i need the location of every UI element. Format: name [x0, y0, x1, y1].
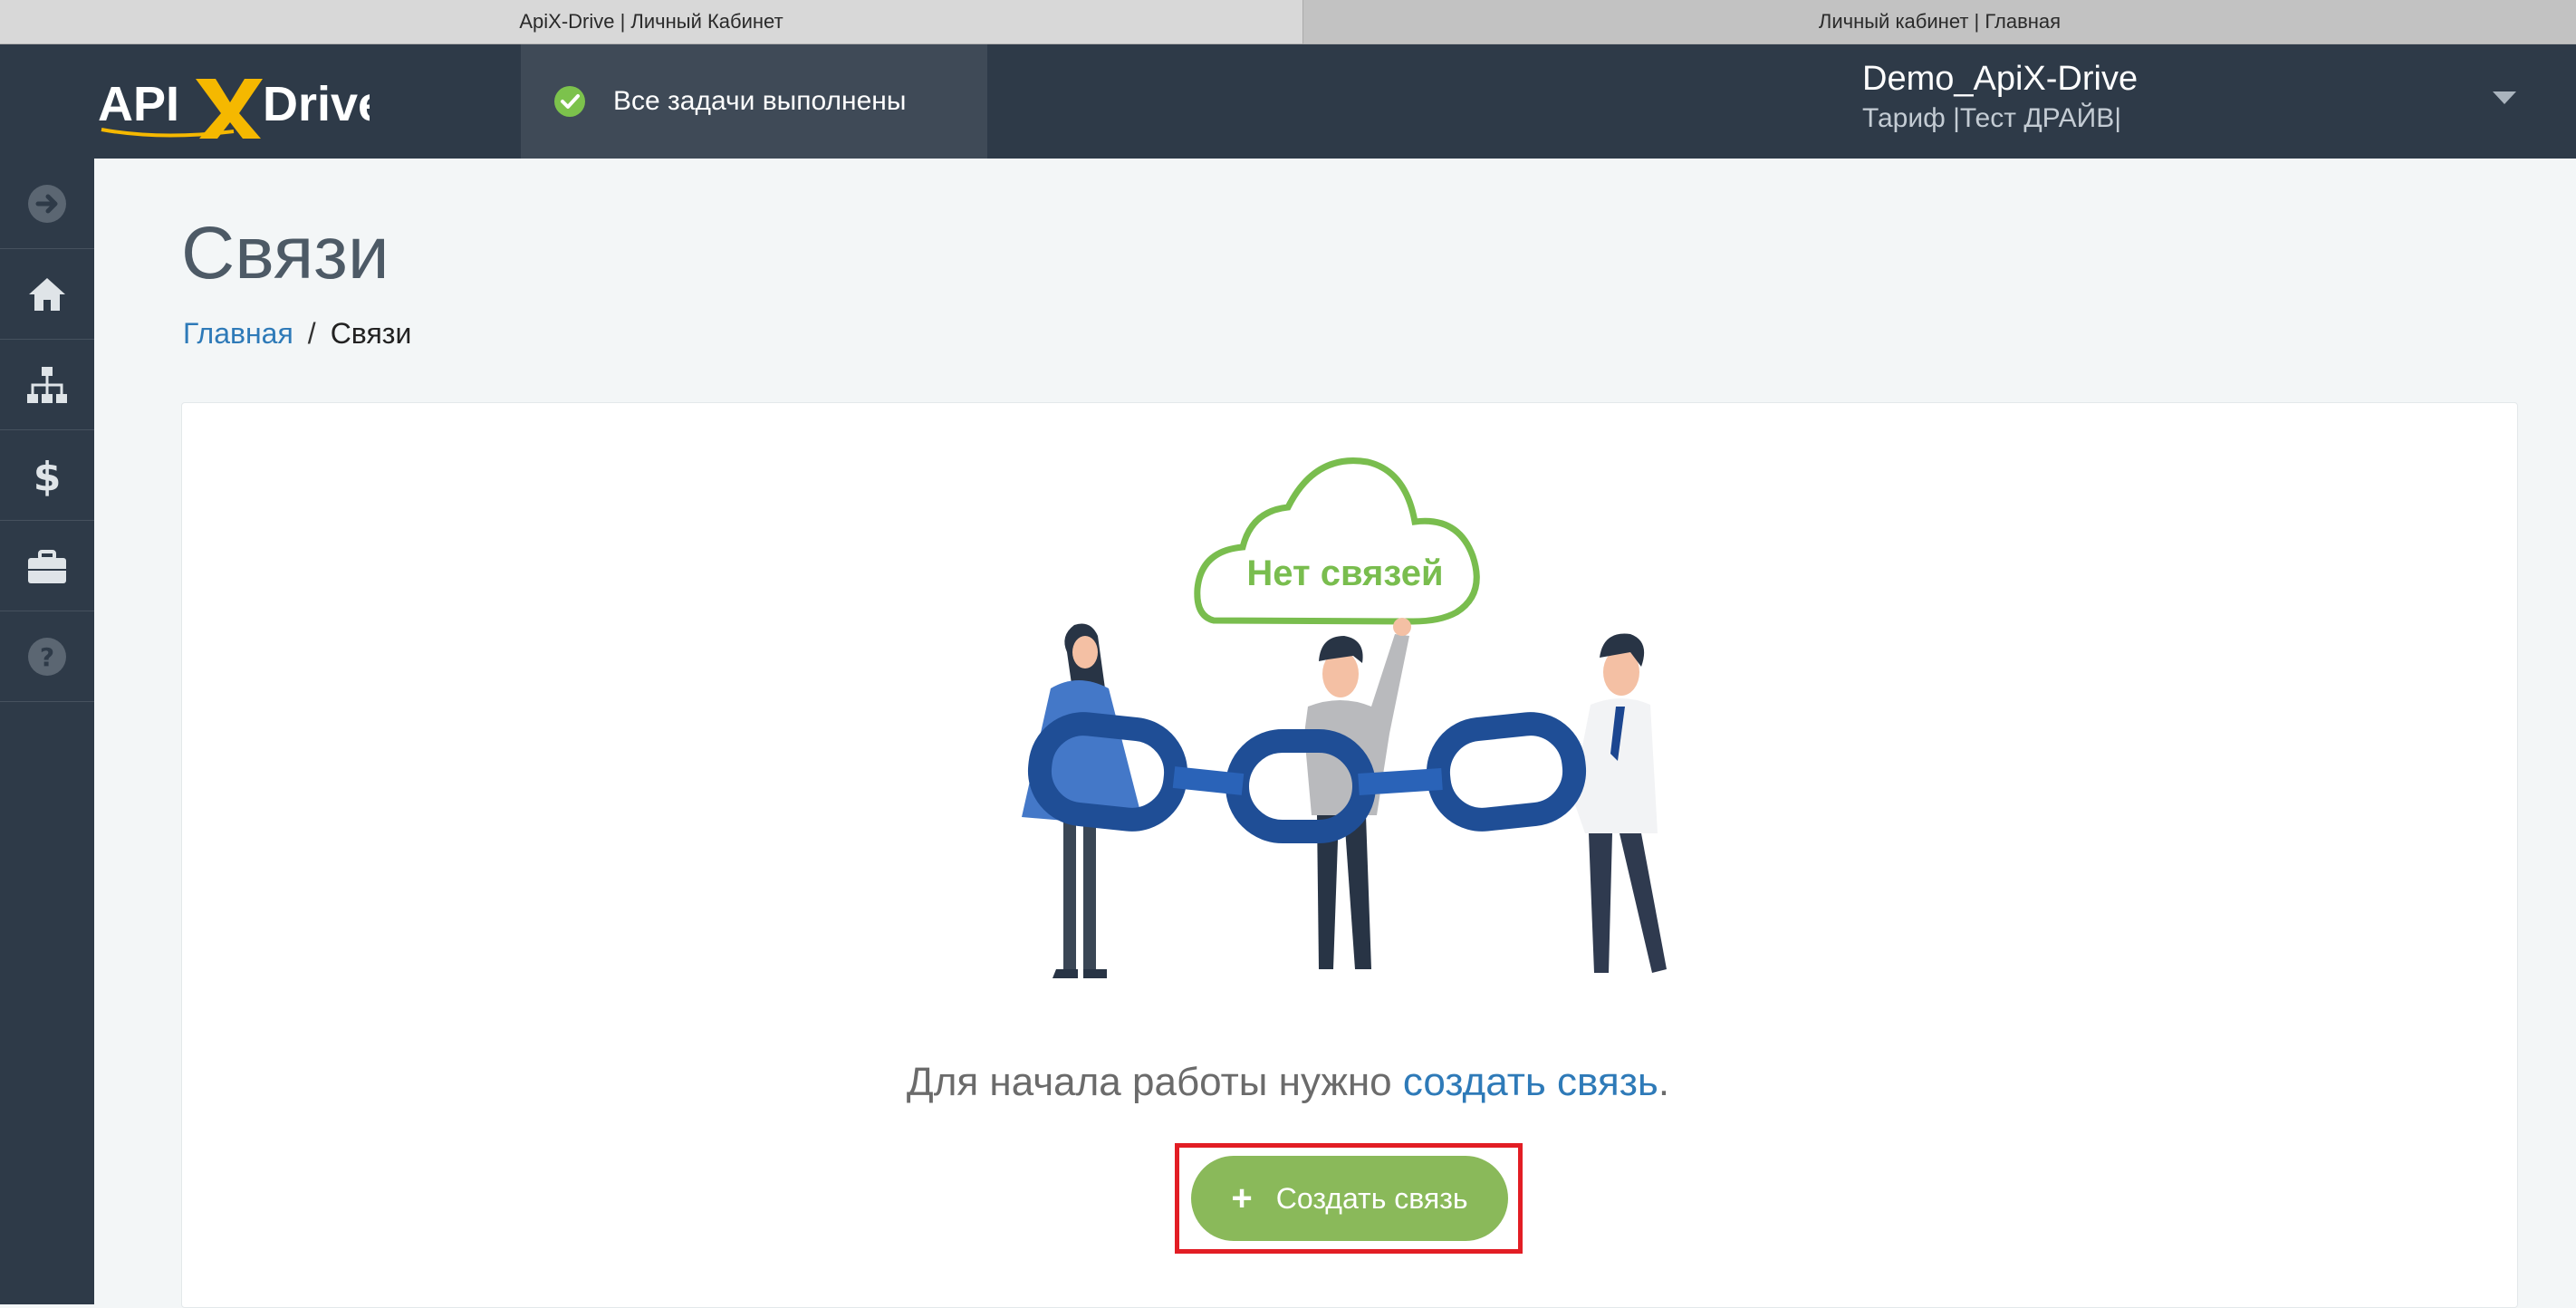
logo-area: API Drive [0, 44, 521, 159]
create-connection-button[interactable]: + Создать связь [1191, 1156, 1508, 1241]
empty-connections-illustration: Нет связей [1022, 457, 1667, 978]
user-name: Demo_ApiX-Drive [1862, 60, 2139, 98]
plan-text: Тариф |Тест ДРАЙВ| [1862, 103, 2122, 133]
briefcase-icon [28, 549, 66, 583]
create-connection-link[interactable]: создать связь [1403, 1060, 1658, 1104]
check-circle-icon [554, 86, 585, 117]
svg-text:Drive: Drive [263, 77, 370, 131]
empty-state-message: Для начала работы нужно создать связь. [0, 1060, 2576, 1105]
sidebar-item-services[interactable] [0, 521, 94, 611]
apix-drive-logo[interactable]: API Drive [98, 70, 370, 142]
svg-text:API: API [98, 77, 179, 131]
sidebar-item-home[interactable] [0, 249, 94, 340]
cloud-label: Нет связей [1246, 553, 1443, 593]
browser-tab-bar: ApiX-Drive | Личный Кабинет Личный кабин… [0, 0, 2576, 44]
browser-tab-inactive[interactable]: Личный кабинет | Главная [1302, 0, 2576, 44]
empty-state-text: Для начала работы нужно [906, 1060, 1392, 1104]
browser-tab-active[interactable]: ApiX-Drive | Личный Кабинет [0, 0, 1302, 44]
page-title: Связи [181, 212, 389, 294]
home-icon [29, 277, 65, 311]
breadcrumb-current: Связи [330, 317, 412, 350]
breadcrumb-home-link[interactable]: Главная [183, 317, 293, 350]
help-circle-icon: ? [28, 637, 66, 676]
sidebar: $ ? [0, 159, 94, 1304]
browser-tab-label: ApiX-Drive | Личный Кабинет [519, 10, 783, 33]
sidebar-item-toggle[interactable] [0, 159, 94, 249]
plus-icon: + [1231, 1178, 1253, 1218]
breadcrumb-separator: / [307, 317, 316, 350]
sitemap-icon [27, 366, 67, 403]
svg-text:?: ? [40, 642, 54, 672]
browser-tab-label: Личный кабинет | Главная [1818, 10, 2062, 33]
sidebar-item-connections[interactable] [0, 340, 94, 430]
person-right [1572, 633, 1667, 973]
svg-text:$: $ [34, 454, 62, 497]
cloud-shape [1194, 457, 1480, 625]
user-menu[interactable]: Demo_ApiX-Drive Тариф |Тест ДРАЙВ| [1862, 57, 2138, 137]
empty-state-period: . [1658, 1060, 1670, 1104]
app-header: API Drive Все задачи выполнены Demo_ApiX… [0, 44, 2576, 159]
arrow-right-circle-icon [28, 184, 66, 223]
dollar-icon: $ [34, 454, 62, 497]
create-connection-label: Создать связь [1275, 1181, 1468, 1215]
breadcrumb: Главная / Связи [183, 317, 411, 351]
status-text: Все задачи выполнены [613, 86, 907, 116]
chain-connectors [1172, 766, 1443, 795]
chevron-down-icon[interactable] [2493, 90, 2516, 106]
sidebar-item-billing[interactable]: $ [0, 430, 94, 521]
task-status: Все задачи выполнены [521, 44, 987, 159]
sidebar-item-help[interactable]: ? [0, 611, 94, 702]
